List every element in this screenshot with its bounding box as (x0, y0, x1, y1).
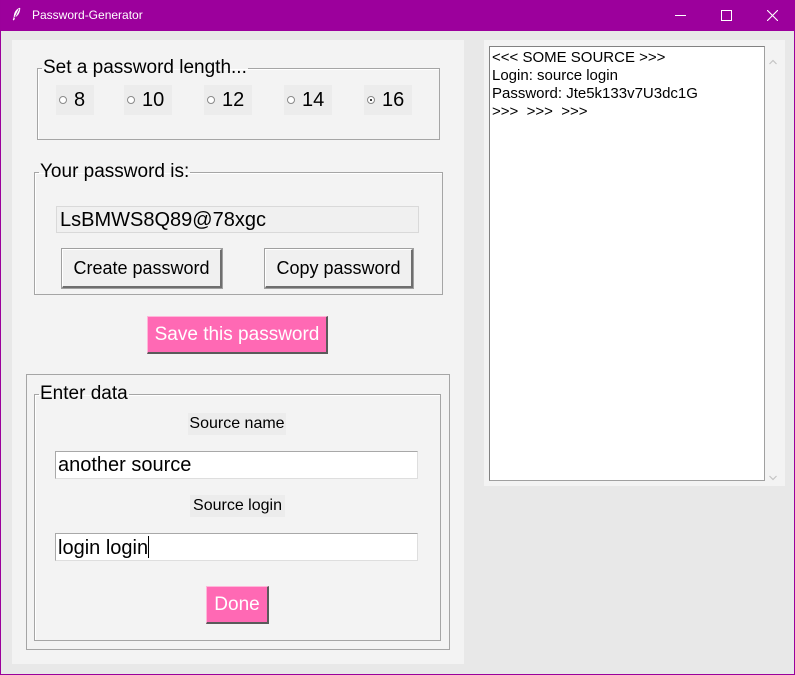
save-password-label: Save this password (154, 324, 320, 345)
done-label: Done (214, 594, 260, 615)
radio-dot-icon (127, 96, 135, 104)
create-password-button[interactable]: Create password (61, 248, 223, 289)
radio-label: 16 (382, 89, 405, 111)
length-options: 8 10 12 14 16 (37, 58, 438, 138)
done-button[interactable]: Done (206, 586, 269, 624)
output-textbox[interactable]: <<< SOME SOURCE >>> Login: source login … (489, 46, 765, 481)
app-window: Password-Generator Set a password length… (0, 0, 795, 675)
generated-password-field[interactable]: LsBMWS8Q89@78xgc (56, 206, 419, 233)
source-login-input[interactable]: login login (55, 533, 418, 561)
feather-icon (12, 7, 22, 26)
radio-length-8[interactable]: 8 (56, 85, 94, 115)
radio-dot-icon (287, 96, 295, 104)
radio-dot-icon (207, 96, 215, 104)
create-password-label: Create password (73, 258, 210, 278)
left-panel: Set a password length... 8 10 12 14 16 Y… (12, 40, 464, 664)
radio-label: 10 (142, 89, 165, 111)
output-line: <<< SOME SOURCE >>> (492, 49, 666, 66)
scroll-up-icon[interactable] (769, 52, 777, 70)
window-title: Password-Generator (32, 8, 143, 22)
radio-dot-selected-icon (367, 96, 375, 104)
radio-dot-icon (59, 96, 67, 104)
close-button[interactable] (750, 0, 795, 31)
maximize-button[interactable] (704, 0, 750, 31)
output-line: Login: source login (492, 67, 618, 84)
source-name-label: Source name (188, 413, 286, 435)
radio-label: 14 (302, 89, 325, 111)
radio-label: 8 (74, 89, 86, 111)
source-name-input[interactable]: another source (55, 451, 418, 479)
radio-length-16[interactable]: 16 (364, 85, 412, 115)
copy-password-label: Copy password (276, 258, 401, 278)
output-line: >>> >>> >>> (492, 103, 588, 120)
radio-label: 12 (222, 89, 245, 111)
source-login-label: Source login (190, 495, 285, 517)
minimize-button[interactable] (658, 0, 704, 31)
save-password-button[interactable]: Save this password (147, 316, 328, 354)
radio-length-10[interactable]: 10 (124, 85, 172, 115)
scroll-down-icon[interactable] (769, 468, 777, 486)
radio-length-12[interactable]: 12 (204, 85, 252, 115)
copy-password-button[interactable]: Copy password (264, 248, 414, 289)
title-bar[interactable]: Password-Generator (1, 0, 795, 31)
radio-length-14[interactable]: 14 (284, 85, 332, 115)
source-login-value: login login (58, 537, 149, 559)
data-group-body: Source name another source Source login … (34, 384, 439, 639)
text-cursor (148, 536, 150, 558)
right-panel: <<< SOME SOURCE >>> Login: source login … (484, 40, 785, 486)
output-line: Password: Jte5k133v7U3dc1G (492, 85, 698, 102)
password-group-body: LsBMWS8Q89@78xgc Create password Copy pa… (34, 162, 441, 293)
output-scrollbar[interactable] (766, 46, 780, 481)
